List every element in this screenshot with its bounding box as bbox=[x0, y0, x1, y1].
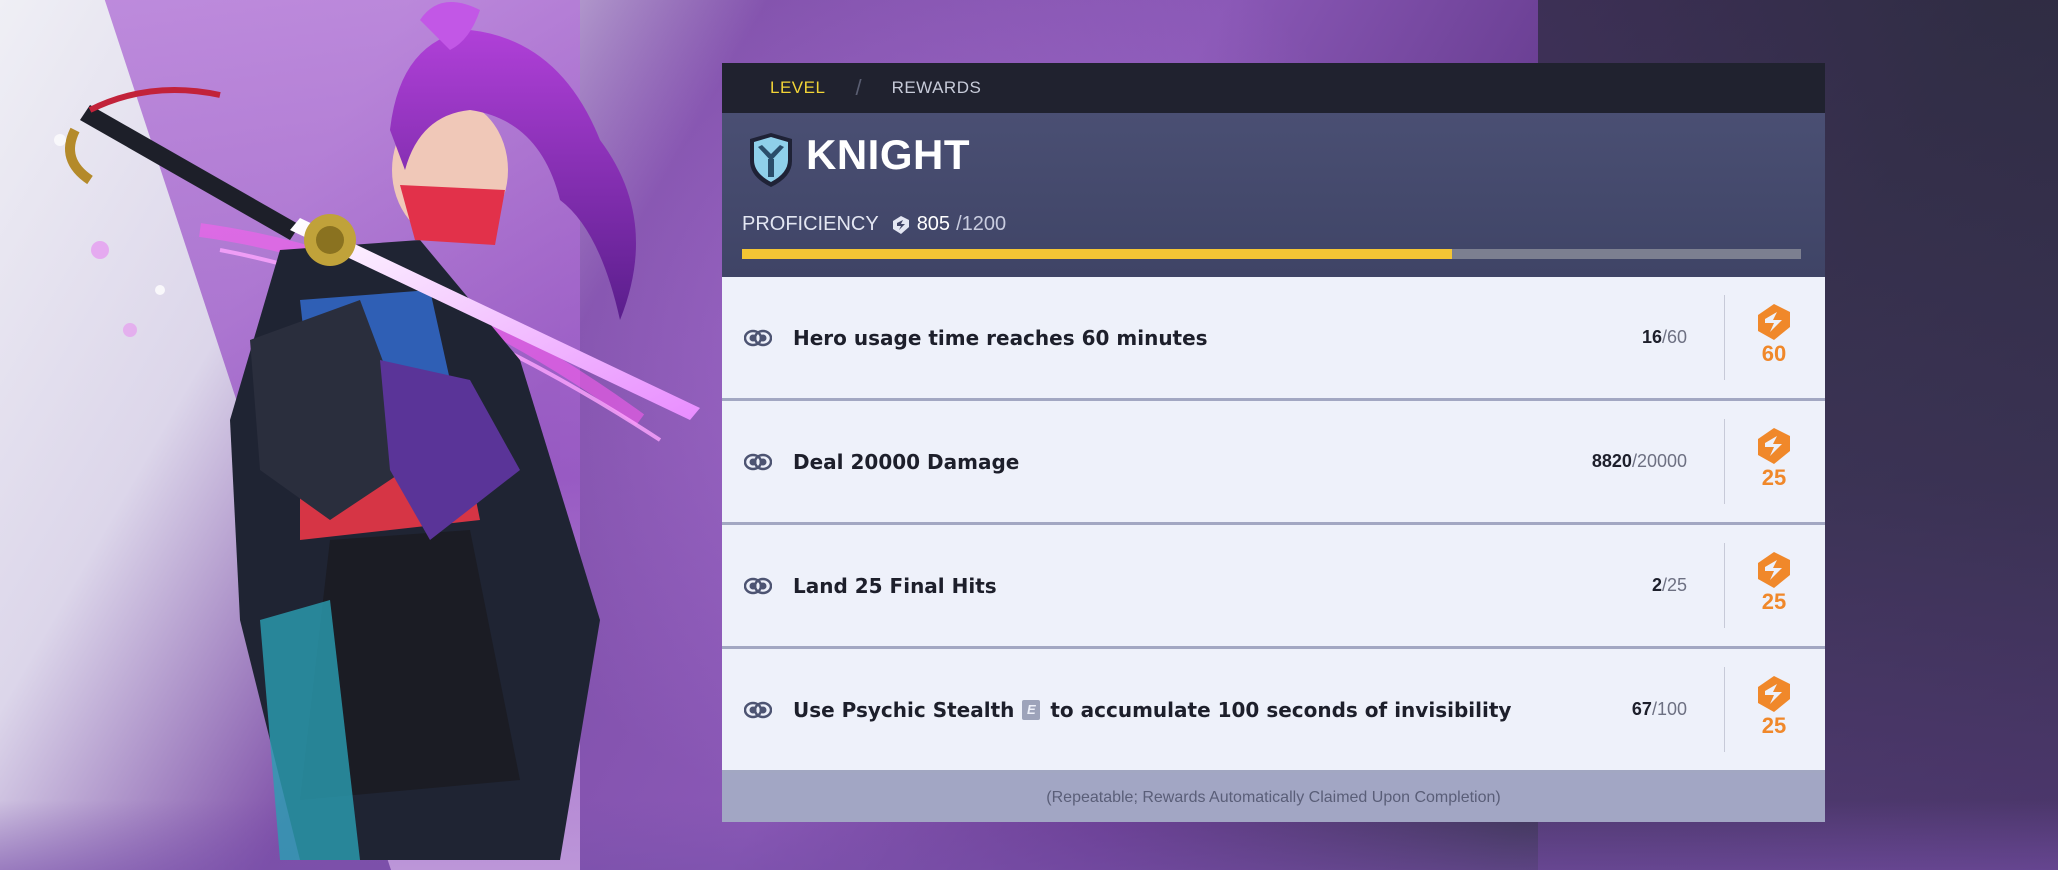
task-progress-current: 2 bbox=[1651, 575, 1662, 595]
task-progress-target: /100 bbox=[1651, 699, 1687, 719]
task-reward: 25 bbox=[1748, 675, 1800, 739]
task-reward: 25 bbox=[1748, 551, 1800, 615]
proficiency-reward-icon bbox=[1758, 676, 1790, 712]
task-progress-current: 16 bbox=[1641, 327, 1662, 347]
task-description-text: Use Psychic Stealth bbox=[793, 697, 1015, 722]
task-divider bbox=[1724, 543, 1725, 628]
proficiency-panel: LEVEL / REWARDS KNIGHT PROFICIENCY 805 /… bbox=[722, 63, 1825, 822]
proficiency-reward-icon bbox=[1758, 552, 1790, 588]
task-reward: 60 bbox=[1748, 303, 1800, 367]
task-divider bbox=[1724, 667, 1725, 752]
task-description-text: Deal 20000 Damage bbox=[793, 449, 1020, 474]
task-description-text: Land 25 Final Hits bbox=[793, 573, 997, 598]
hero-header: KNIGHT PROFICIENCY 805 /1200 bbox=[722, 113, 1825, 277]
task-list: Hero usage time reaches 60 minutes 16/60… bbox=[722, 277, 1825, 773]
task-description-suffix: to accumulate 100 seconds of invisibilit… bbox=[1050, 697, 1512, 722]
task-reward-amount: 25 bbox=[1761, 465, 1787, 490]
proficiency-label: PROFICIENCY bbox=[742, 213, 879, 235]
task-bullet-icon bbox=[744, 329, 772, 346]
hero-portrait bbox=[54, 2, 700, 860]
task-row: Hero usage time reaches 60 minutes 16/60… bbox=[722, 277, 1825, 401]
task-progress-current: 8820 bbox=[1591, 451, 1632, 471]
task-reward-amount: 25 bbox=[1761, 713, 1787, 738]
task-bullet-icon bbox=[744, 453, 772, 470]
tab-level[interactable]: LEVEL bbox=[770, 78, 825, 98]
shield-icon bbox=[750, 133, 792, 187]
task-bullet-icon bbox=[744, 577, 772, 594]
proficiency-progress-bar bbox=[742, 249, 1801, 259]
task-description: Hero usage time reaches 60 minutes bbox=[793, 326, 1208, 350]
hero-class-name: KNIGHT bbox=[806, 131, 970, 178]
proficiency-progress-fill bbox=[742, 249, 1452, 259]
tab-rewards[interactable]: REWARDS bbox=[892, 78, 982, 98]
task-description-text: Hero usage time reaches 60 minutes bbox=[793, 325, 1208, 350]
task-progress: 16/60 bbox=[1642, 327, 1687, 348]
ability-key-badge: E bbox=[1022, 699, 1041, 720]
task-progress-current: 67 bbox=[1631, 699, 1652, 719]
task-divider bbox=[1724, 295, 1725, 380]
task-progress-target: /60 bbox=[1661, 327, 1687, 347]
footer-note: (Repeatable; Rewards Automatically Claim… bbox=[722, 773, 1825, 822]
task-reward: 25 bbox=[1748, 427, 1800, 491]
task-row: Deal 20000 Damage 8820/20000 25 bbox=[722, 401, 1825, 525]
task-progress-target: /25 bbox=[1661, 575, 1687, 595]
task-row: Use Psychic Stealth E to accumulate 100 … bbox=[722, 649, 1825, 773]
task-description: Use Psychic Stealth E to accumulate 100 … bbox=[793, 698, 1511, 722]
task-progress: 8820/20000 bbox=[1592, 451, 1687, 472]
task-description: Deal 20000 Damage bbox=[793, 450, 1019, 474]
task-row: Land 25 Final Hits 2/25 25 bbox=[722, 525, 1825, 649]
task-reward-amount: 60 bbox=[1761, 341, 1787, 366]
task-progress: 67/100 bbox=[1632, 699, 1687, 720]
task-reward-amount: 25 bbox=[1761, 589, 1787, 614]
task-bullet-icon bbox=[744, 701, 772, 718]
task-divider bbox=[1724, 419, 1725, 504]
tab-bar: LEVEL / REWARDS bbox=[722, 63, 1825, 113]
proficiency-current: 805 bbox=[916, 213, 951, 235]
tab-separator: / bbox=[855, 75, 862, 100]
proficiency-row: PROFICIENCY 805 /1200 bbox=[742, 213, 1006, 236]
proficiency-icon bbox=[892, 215, 909, 234]
proficiency-reward-icon bbox=[1758, 304, 1790, 340]
task-progress-target: /20000 bbox=[1631, 451, 1687, 471]
proficiency-reward-icon bbox=[1758, 428, 1790, 464]
proficiency-max: /1200 bbox=[956, 213, 1007, 235]
task-description: Land 25 Final Hits bbox=[793, 574, 997, 598]
task-progress: 2/25 bbox=[1652, 575, 1687, 596]
